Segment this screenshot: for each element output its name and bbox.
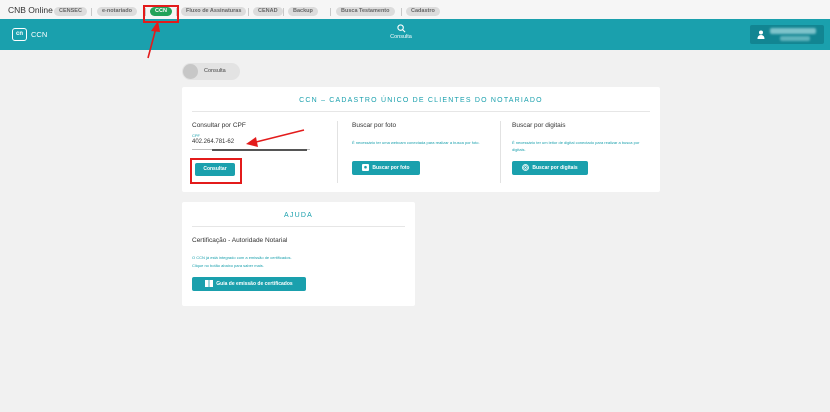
buscar-por-digitais-button[interactable]: Buscar por digitais xyxy=(512,161,588,175)
buscar-por-digitais-label: Buscar por digitais xyxy=(532,165,578,171)
help-title: AJUDA xyxy=(284,212,313,219)
nav-pill-busca-testamento[interactable]: Busca Testamento xyxy=(336,7,395,16)
cpf-input-focus-line xyxy=(212,149,307,151)
guia-certificados-button[interactable]: Guia de emissão de certificados xyxy=(192,277,306,291)
nav-consulta[interactable]: Consulta xyxy=(381,24,421,40)
buscar-por-foto-label: Buscar por foto xyxy=(372,165,410,171)
main-header: cn CCN Consulta xyxy=(0,19,830,50)
search-icon xyxy=(396,24,405,33)
digital-note: É necessário ter um leitor de digital co… xyxy=(512,140,640,152)
help-card: AJUDA Certificação - Autoridade Notarial… xyxy=(182,202,415,306)
guia-certificados-label: Guia de emissão de certificados xyxy=(216,281,293,287)
buscar-por-foto-button[interactable]: Buscar por foto xyxy=(352,161,420,175)
divider xyxy=(248,8,249,16)
nav-pill-backup[interactable]: Backup xyxy=(288,7,318,16)
help-heading: Certificação - Autoridade Notarial xyxy=(192,237,288,244)
nav-pill-enotariado[interactable]: e-notariado xyxy=(97,7,137,16)
breadcrumb[interactable]: Consulta xyxy=(182,63,240,80)
top-app-bar: CNB Online CENSEC e-notariado CCN Fluxo … xyxy=(0,0,830,20)
nav-pill-cenad[interactable]: CENAD xyxy=(253,7,283,16)
user-sub-blurred xyxy=(780,36,810,41)
column-divider xyxy=(500,121,501,183)
divider xyxy=(401,8,402,16)
breadcrumb-avatar-icon xyxy=(183,64,198,79)
camera-icon xyxy=(362,164,370,172)
divider xyxy=(91,8,92,16)
photo-heading: Buscar por foto xyxy=(352,122,397,129)
user-name-blurred xyxy=(770,28,816,34)
help-line-2: Clique no botão abaixo para saber mais. xyxy=(192,263,264,268)
annotation-box-ccn xyxy=(143,5,179,23)
photo-note: É necessário ter uma webcam conectada pa… xyxy=(352,140,480,145)
help-title-underline xyxy=(192,226,405,227)
nav-pill-fluxo[interactable]: Fluxo de Assinaturas xyxy=(181,7,247,16)
user-menu[interactable] xyxy=(750,25,824,44)
column-divider xyxy=(337,121,338,183)
help-line-1: O CCN já está integrado com a emissão de… xyxy=(192,255,292,260)
breadcrumb-label: Consulta xyxy=(204,68,226,74)
title-underline xyxy=(192,111,650,112)
logo-glyph: cn xyxy=(15,31,23,37)
cpf-heading: Consultar por CPF xyxy=(192,122,246,129)
ccn-logo-icon[interactable]: cn xyxy=(12,28,27,41)
nav-consulta-label: Consulta xyxy=(390,34,412,40)
cnb-brand: CNB Online xyxy=(8,5,53,15)
nav-pill-censec[interactable]: CENSEC xyxy=(54,7,87,16)
fingerprint-icon xyxy=(522,164,530,172)
cpf-input[interactable]: 402.264.781-62 xyxy=(192,139,234,145)
book-icon xyxy=(205,280,214,288)
divider xyxy=(330,8,331,16)
digital-heading: Buscar por digitais xyxy=(512,122,566,129)
nav-pill-cadastro[interactable]: Cadastro xyxy=(406,7,440,16)
annotation-arrows xyxy=(147,21,305,147)
user-icon xyxy=(757,30,765,39)
header-brand-label[interactable]: CCN xyxy=(31,30,47,39)
ccn-main-card: CCN – CADASTRO ÚNICO DE CLIENTES DO NOTA… xyxy=(182,87,660,192)
divider xyxy=(283,8,284,16)
annotation-box-consultar xyxy=(190,158,242,184)
card-title: CCN – CADASTRO ÚNICO DE CLIENTES DO NOTA… xyxy=(299,97,543,104)
